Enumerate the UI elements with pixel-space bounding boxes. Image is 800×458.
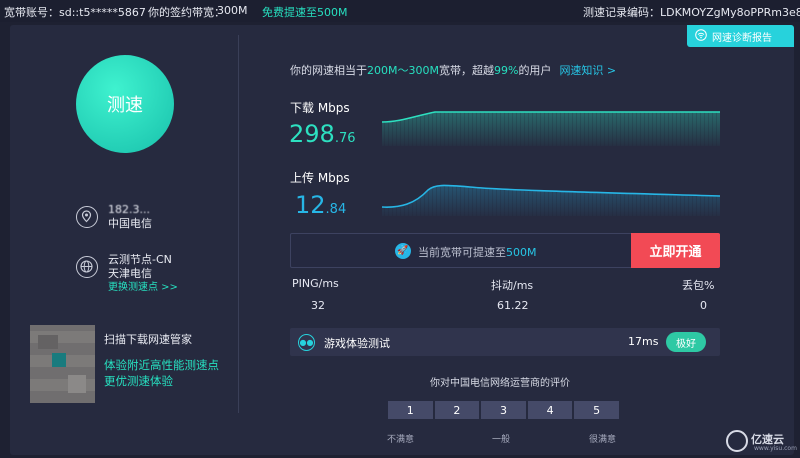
game-rating-badge: 极好 xyxy=(666,332,706,352)
qr-code xyxy=(30,325,95,403)
game-test-label: 游戏体验测试 xyxy=(324,337,390,350)
speed-knowledge-link[interactable]: 网速知识 > xyxy=(559,64,616,77)
upload-graph xyxy=(381,184,720,216)
contract-label: 你的签约带宽： xyxy=(148,6,225,19)
speedup-text: 当前宽带可提速至500M xyxy=(418,244,537,260)
qr-promo: 体验附近高性能测速点 更优测速体验 xyxy=(104,357,219,389)
summary-range: 200M～300M xyxy=(367,64,439,77)
node-name: 云测节点-CN xyxy=(108,253,172,266)
upload-label: 上传 Mbps xyxy=(290,171,350,185)
game-test-row[interactable]: ●● 游戏体验测试 17ms 极好 xyxy=(290,328,720,356)
jitter-label: 抖动/ms xyxy=(491,279,534,292)
start-speed-test-button[interactable]: 测速 xyxy=(76,55,174,153)
jitter-value: 61.22 xyxy=(497,299,529,312)
account-label: 宽带账号：sd::t5*****5867 xyxy=(4,6,146,19)
ping-label: PING/ms xyxy=(292,277,339,290)
speed-button-label: 测速 xyxy=(107,95,143,116)
location-pin-icon xyxy=(76,206,98,228)
qr-promo-line1: 体验附近高性能测速点 xyxy=(104,358,219,372)
watermark: 亿速云 www.yisu.com xyxy=(726,428,797,454)
ping-value: 32 xyxy=(311,299,325,312)
download-speed: 298.76 xyxy=(289,120,356,148)
gamepad-icon: ●● xyxy=(298,334,315,351)
download-graph xyxy=(381,111,720,146)
rating-option-1[interactable]: 1 xyxy=(387,400,434,420)
isp-name: 中国电信 xyxy=(108,217,152,230)
change-node-link[interactable]: 更换测速点 >> xyxy=(108,281,178,295)
download-label: 下载 Mbps xyxy=(290,101,350,115)
wifi-icon xyxy=(695,28,707,44)
rating-mid-label: 一般 xyxy=(492,435,511,445)
summary-suffix: 的用户 xyxy=(518,64,552,77)
summary-percent: 99% xyxy=(493,64,519,77)
speed-summary: 你的网速相当于200M～300M宽带，超越99%的用户 网速知识 > xyxy=(290,62,720,78)
rating-option-5[interactable]: 5 xyxy=(573,400,620,420)
node-city: 天津电信 xyxy=(108,267,152,280)
panel-divider xyxy=(238,35,239,413)
rating-low-label: 不满意 xyxy=(387,435,415,445)
packet-loss-label: 丢包% xyxy=(682,279,715,292)
download-int: 298 xyxy=(289,120,335,148)
activate-now-button[interactable]: 立即开通 xyxy=(631,233,720,268)
upload-dec: .84 xyxy=(325,202,347,217)
globe-icon xyxy=(76,256,98,278)
download-dec: .76 xyxy=(334,131,356,146)
ip-address: 182.3... xyxy=(108,203,150,216)
upload-speed: 12.84 xyxy=(295,191,346,219)
qr-title: 扫描下载网速管家 xyxy=(104,333,192,346)
rating-options: 1 2 3 4 5 xyxy=(387,400,620,420)
diagnosis-report-label: 网速诊断报告 xyxy=(712,32,772,44)
watermark-logo-icon xyxy=(726,430,748,452)
rocket-icon: 🚀 xyxy=(395,243,411,259)
speedup-banner: 🚀 当前宽带可提速至500M 立即开通 xyxy=(290,233,720,268)
speedup-value: 500M xyxy=(506,246,537,259)
speedup-prefix: 当前宽带可提速至 xyxy=(418,246,506,259)
contract-value: 300M xyxy=(217,4,248,17)
upload-int: 12 xyxy=(295,191,326,219)
node-block: 云测节点-CN 天津电信 更换测速点 >> xyxy=(108,253,178,295)
watermark-sub: www.yisu.com xyxy=(754,445,797,452)
rating-option-4[interactable]: 4 xyxy=(526,400,574,420)
summary-middle: 宽带，超越 xyxy=(438,64,494,77)
rating-option-3[interactable]: 3 xyxy=(480,400,527,420)
free-speedup-link[interactable]: 免费提速至500M xyxy=(262,4,348,20)
qr-promo-line2: 更优测速体验 xyxy=(104,374,173,388)
top-bar: 宽带账号：sd::t5*****5867 你的签约带宽： 300M 免费提速至5… xyxy=(0,0,800,22)
diagnosis-report-button[interactable]: 网速诊断报告 xyxy=(687,25,794,47)
packet-loss-value: 0 xyxy=(700,299,707,312)
rating-option-2[interactable]: 2 xyxy=(433,400,481,420)
rating-title: 你对中国电信网络运营商的评价 xyxy=(430,378,570,389)
ip-block: 182.3... 中国电信 xyxy=(108,203,152,231)
game-latency: 17ms xyxy=(628,335,659,348)
summary-prefix: 你的网速相当于 xyxy=(290,64,367,77)
record-code: 测速记录编码：LDKMOYZgMy8oPPRm3e84 xyxy=(583,6,800,19)
rating-high-label: 很满意 xyxy=(589,435,617,445)
